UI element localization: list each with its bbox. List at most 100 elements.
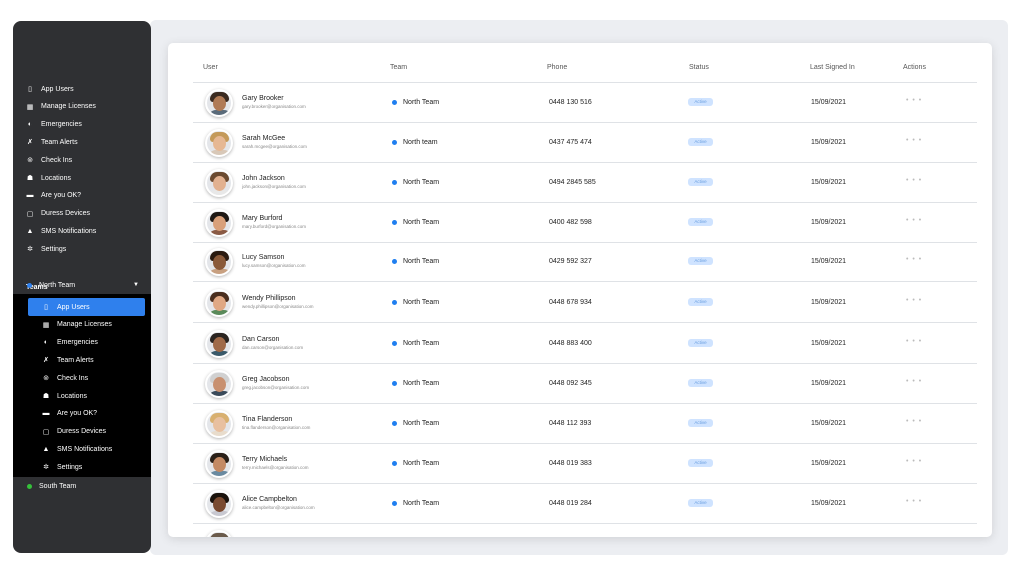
- qr-icon: ▦: [42, 321, 50, 329]
- chat-icon: ▬: [26, 192, 34, 200]
- more-actions-icon[interactable]: • • •: [906, 256, 922, 263]
- table-row[interactable]: Mary Burford mary.burford@organisation.co…: [168, 203, 992, 243]
- last-signed-in-cell: 15/09/2021: [811, 258, 847, 265]
- team-dot: [392, 501, 397, 506]
- team-dot: [392, 421, 397, 426]
- more-actions-icon[interactable]: • • •: [906, 97, 922, 104]
- avatar: [205, 169, 233, 197]
- team-name: North Team: [403, 219, 440, 226]
- last-signed-in-cell: 15/09/2021: [811, 500, 847, 507]
- users-table: User Team Phone Status Last Signed In Ac…: [168, 43, 992, 537]
- team-submenu-item-app-users[interactable]: ▯ App Users: [28, 298, 145, 316]
- avatar: [205, 209, 233, 237]
- sidebar-item-emergencies[interactable]: ◐ Emergencies: [13, 116, 151, 134]
- more-actions-icon[interactable]: • • •: [906, 137, 922, 144]
- sidebar-item-app-users[interactable]: ▯ App Users: [13, 80, 151, 98]
- phone-cell: 0494 2845 585: [549, 179, 596, 186]
- team-dot: [392, 461, 397, 466]
- table-row[interactable]: Sarah McGee sarah.mcgee@organisation.com N…: [168, 123, 992, 163]
- last-signed-in-cell: 15/09/2021: [811, 460, 847, 467]
- more-actions-icon[interactable]: • • •: [906, 418, 922, 425]
- table-row[interactable]: Terry Michaels terry.michaels@organisatio…: [168, 444, 992, 484]
- more-actions-icon[interactable]: • • •: [906, 378, 922, 385]
- team-cell: North Team: [392, 219, 439, 226]
- table-row[interactable]: Lucy Samson lucy.samson@organisation.com N…: [168, 242, 992, 282]
- user-email: tina.flanderson@organisation.com: [242, 425, 311, 430]
- phone-cell: 0448 019 284: [549, 500, 592, 507]
- team-submenu-item-emergencies[interactable]: ◐ Emergencies: [13, 334, 151, 352]
- sidebar-item-settings[interactable]: ✲ Settings: [13, 240, 151, 258]
- team-name: North Team: [403, 179, 440, 186]
- team-north[interactable]: North Team ▼: [13, 276, 151, 294]
- table-row[interactable]: Greg Jacobson greg.jacobson@organisation.…: [168, 364, 992, 404]
- phone-icon: ▯: [44, 304, 48, 311]
- sidebar-item-label: App Users: [41, 85, 74, 93]
- team-label: North Team: [39, 281, 76, 289]
- team-submenu-item-duress-devices[interactable]: ▢ Duress Devices: [13, 423, 151, 441]
- user-name: Wendy Phillipson: [242, 295, 296, 302]
- sidebar-item-locations[interactable]: ☗ Locations: [13, 169, 151, 187]
- sidebar-item-team-alerts[interactable]: ✗ Team Alerts: [13, 133, 151, 151]
- phone-cell: 0448 678 934: [549, 299, 592, 306]
- avatar: [205, 530, 233, 537]
- table-row[interactable]: [168, 524, 992, 537]
- last-signed-in-cell: 15/09/2021: [811, 219, 847, 226]
- phone-cell: 0400 482 598: [549, 219, 592, 226]
- more-actions-icon[interactable]: • • •: [906, 177, 922, 184]
- table-row[interactable]: Alice Campbelton alice.campbelton@organis…: [168, 484, 992, 524]
- user-name: Sarah McGee: [242, 135, 286, 142]
- last-signed-in-cell: 15/09/2021: [811, 139, 847, 146]
- team-submenu-item-manage-licenses[interactable]: ▦ Manage Licenses: [13, 316, 151, 334]
- team-submenu-item-settings[interactable]: ✲ Settings: [13, 458, 151, 476]
- status-badge: Active: [688, 178, 713, 186]
- submenu-item-label: Duress Devices: [57, 428, 107, 436]
- table-row[interactable]: Gary Brooker gary.brooker@organisation.co…: [168, 83, 992, 123]
- more-actions-icon[interactable]: • • •: [906, 297, 922, 304]
- team-submenu-item-team-alerts[interactable]: ✗ Team Alerts: [13, 351, 151, 369]
- team-name: North team: [403, 139, 438, 146]
- sidebar-item-duress-devices[interactable]: ▢ Duress Devices: [13, 205, 151, 223]
- home-icon: ☗: [42, 393, 50, 400]
- team-dot: [392, 381, 397, 386]
- submenu-item-label: App Users: [57, 303, 90, 311]
- last-signed-in-cell: 15/09/2021: [811, 340, 847, 347]
- table-row[interactable]: Wendy Phillipson wendy.phillipson@organis…: [168, 283, 992, 323]
- team-cell: North Team: [392, 299, 439, 306]
- sidebar-item-sms-notifications[interactable]: ▲ SMS Notifications: [13, 222, 151, 240]
- more-actions-icon[interactable]: • • •: [906, 498, 922, 505]
- team-submenu-item-are-you-ok[interactable]: ▬ Are you OK?: [13, 405, 151, 423]
- submenu-item-label: Manage Licenses: [57, 321, 112, 329]
- team-submenu-item-locations[interactable]: ☗ Locations: [13, 387, 151, 405]
- submenu-item-label: Emergencies: [57, 339, 98, 347]
- team-cell: North Team: [392, 380, 439, 387]
- team-cell: North Team: [392, 500, 439, 507]
- table-row[interactable]: Dan Carson dan.carson@organisation.com Nor…: [168, 324, 992, 364]
- location-pin-icon: ⊚: [43, 375, 49, 383]
- team-name: North Team: [403, 299, 440, 306]
- last-signed-in-cell: 15/09/2021: [811, 299, 847, 306]
- table-row[interactable]: Tina Flanderson tina.flanderson@organisat…: [168, 404, 992, 444]
- team-submenu-item-sms-notifications[interactable]: ▲ SMS Notifications: [13, 440, 151, 458]
- more-actions-icon[interactable]: • • •: [906, 458, 922, 465]
- team-name: North Team: [403, 340, 440, 347]
- status-badge: Active: [688, 419, 713, 427]
- sidebar-item-are-you-ok[interactable]: ▬ Are you OK?: [13, 187, 151, 205]
- last-signed-in-cell: 15/09/2021: [811, 99, 847, 106]
- team-submenu-item-check-ins[interactable]: ⊚ Check Ins: [13, 369, 151, 387]
- submenu-item-label: Settings: [57, 463, 83, 471]
- sidebar-item-manage-licenses[interactable]: ▦ Manage Licenses: [13, 98, 151, 116]
- team-cell: North team: [392, 139, 438, 146]
- user-email: greg.jacobson@organisation.com: [242, 385, 310, 390]
- team-south[interactable]: South Team: [13, 477, 151, 495]
- table-row[interactable]: John Jackson john.jackson@organisation.co…: [168, 163, 992, 203]
- more-actions-icon[interactable]: • • •: [906, 217, 922, 224]
- more-actions-icon[interactable]: • • •: [906, 338, 922, 345]
- team-cell: North Team: [392, 179, 439, 186]
- sidebar-item-label: Check Ins: [41, 156, 73, 164]
- sidebar-item-label: Are you OK?: [41, 192, 82, 200]
- avatar: [205, 490, 233, 518]
- chevron-down-icon[interactable]: ▼: [133, 282, 139, 288]
- last-signed-in-cell: 15/09/2021: [811, 179, 847, 186]
- user-email: dan.carson@organisation.com: [242, 345, 304, 350]
- sidebar-item-check-ins[interactable]: ⊚ Check Ins: [13, 151, 151, 169]
